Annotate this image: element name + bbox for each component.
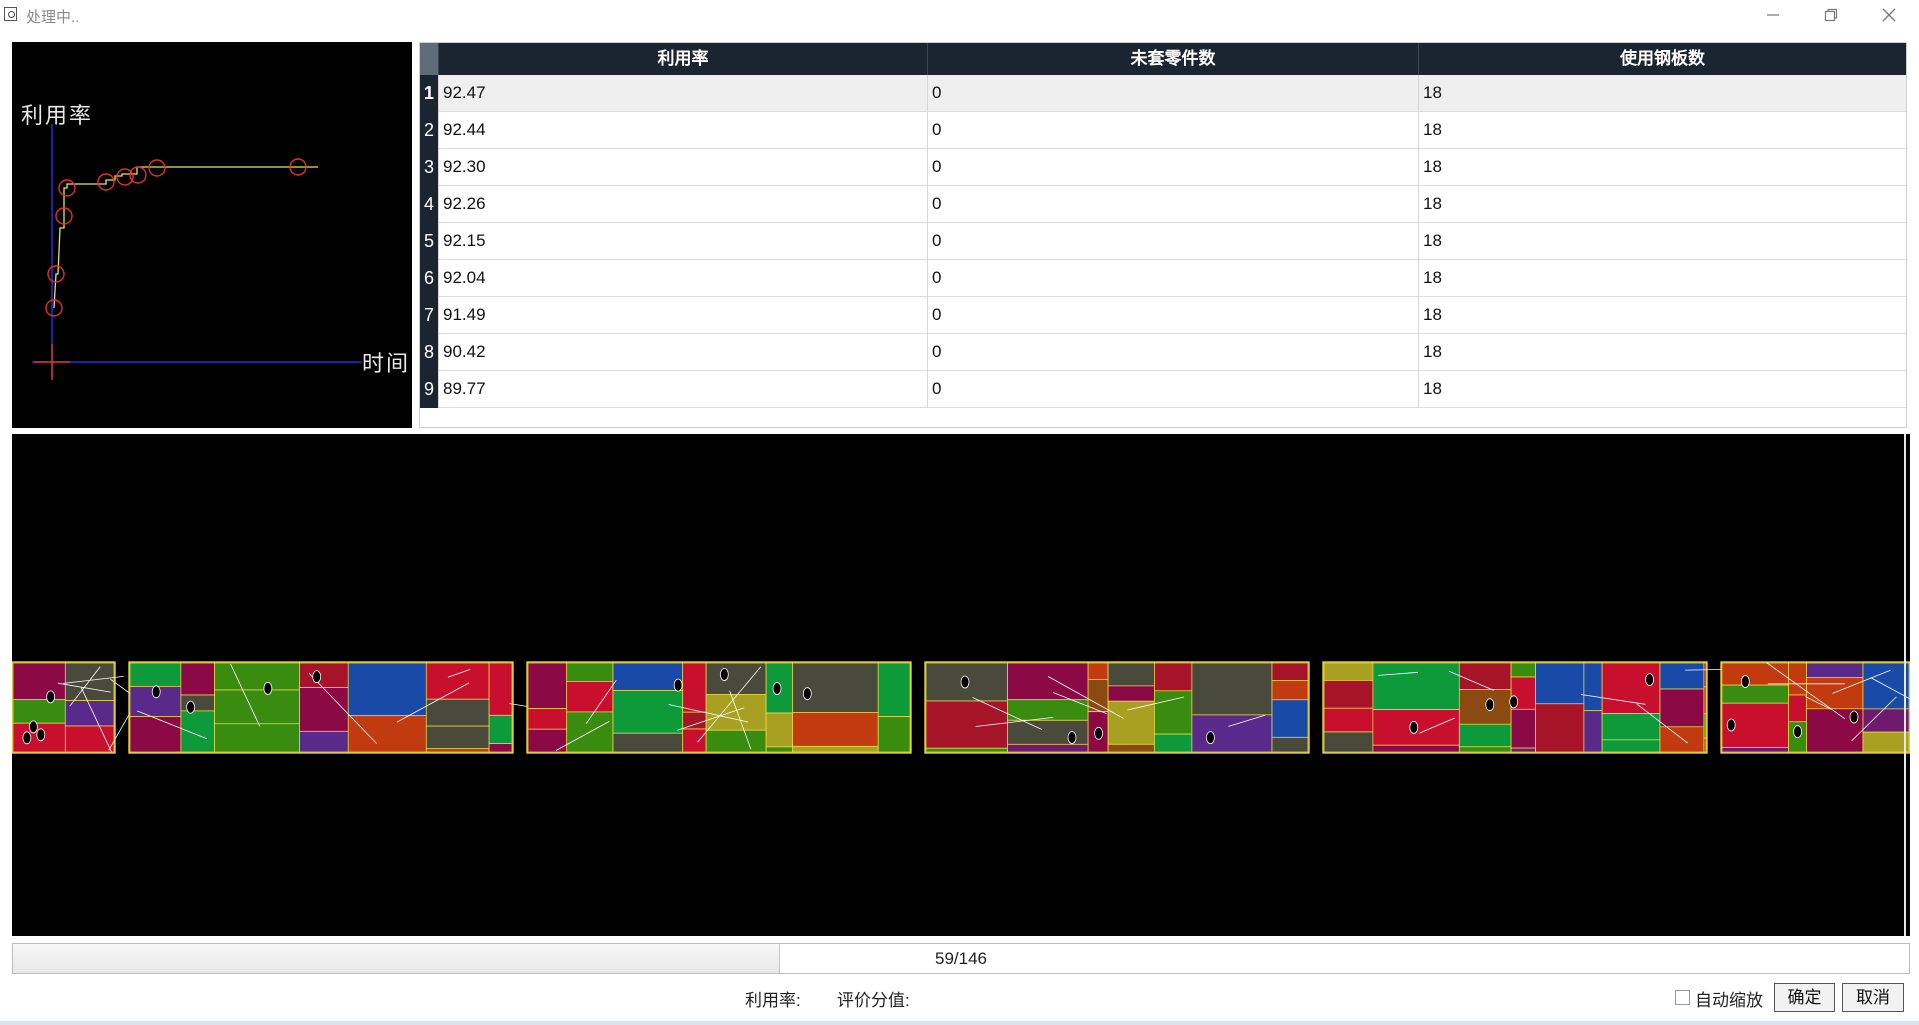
cell-unnested-parts[interactable]: 0 [927, 112, 1418, 148]
score-status: 评价分值: [837, 991, 910, 1010]
cell-utilization[interactable]: 92.04 [438, 260, 927, 296]
cell-unnested-parts[interactable]: 0 [927, 223, 1418, 259]
cell-plates-used[interactable]: 18 [1418, 75, 1906, 111]
app-icon [4, 7, 17, 21]
auto-zoom-label[interactable]: 自动缩放 [1695, 986, 1763, 1011]
restore-icon [1824, 8, 1838, 22]
cell-plates-used[interactable]: 18 [1418, 297, 1906, 333]
preview-scrollbar[interactable] [1904, 434, 1906, 936]
nested-plate [924, 661, 1310, 754]
minimize-button[interactable] [1744, 0, 1802, 30]
cell-unnested-parts[interactable]: 0 [927, 149, 1418, 185]
row-number[interactable]: 5 [420, 223, 438, 260]
cell-plates-used[interactable]: 18 [1418, 149, 1906, 185]
cell-plates-used[interactable]: 18 [1418, 186, 1906, 222]
cell-utilization[interactable]: 92.15 [438, 223, 927, 259]
title-bar: 处理中.. [0, 0, 1919, 30]
window-bottom-edge [0, 1021, 1919, 1025]
nested-plate [128, 661, 582, 754]
row-number[interactable]: 6 [420, 260, 438, 297]
column-header-unnested-parts[interactable]: 未套零件数 [927, 43, 1418, 75]
auto-zoom-checkbox[interactable] [1675, 990, 1690, 1005]
close-icon [1882, 8, 1896, 22]
restore-button[interactable] [1802, 0, 1860, 30]
ok-button[interactable]: 确定 [1774, 983, 1835, 1012]
column-header-plates-used[interactable]: 使用钢板数 [1418, 43, 1906, 75]
cell-utilization[interactable]: 92.26 [438, 186, 927, 222]
nested-plate [1322, 661, 1727, 754]
table-row[interactable]: 9 89.77 0 18 [420, 371, 1906, 408]
cell-unnested-parts[interactable]: 0 [927, 334, 1418, 370]
table-row[interactable]: 1 92.47 0 18 [420, 75, 1906, 112]
cell-unnested-parts[interactable]: 0 [927, 260, 1418, 296]
cell-plates-used[interactable]: 18 [1418, 371, 1906, 407]
graph-y-label: 利用率 [21, 104, 94, 129]
cell-plates-used[interactable]: 18 [1418, 223, 1906, 259]
cell-utilization[interactable]: 92.30 [438, 149, 927, 185]
row-number[interactable]: 9 [420, 371, 438, 408]
cell-plates-used[interactable]: 18 [1418, 112, 1906, 148]
row-number[interactable]: 3 [420, 149, 438, 186]
column-header-utilization[interactable]: 利用率 [438, 43, 927, 75]
row-number[interactable]: 1 [420, 75, 438, 112]
cell-utilization[interactable]: 91.49 [438, 297, 927, 333]
nested-plate [1720, 661, 1910, 754]
nested-plate [526, 661, 912, 754]
table-row[interactable]: 4 92.26 0 18 [420, 186, 1906, 223]
table-row[interactable]: 3 92.30 0 18 [420, 149, 1906, 186]
table-row[interactable]: 8 90.42 0 18 [420, 334, 1906, 371]
table-row[interactable]: 5 92.15 0 18 [420, 223, 1906, 260]
results-table: 利用率 未套零件数 使用钢板数 1 92.47 0 18 2 92.44 0 18 3 92.30… [419, 42, 1907, 428]
cell-unnested-parts[interactable]: 0 [927, 186, 1418, 222]
progress-text: 59/146 [935, 949, 987, 968]
table-corner[interactable] [420, 43, 438, 75]
minimize-icon [1767, 14, 1779, 16]
utilization-status: 利用率: [745, 991, 801, 1010]
cell-unnested-parts[interactable]: 0 [927, 75, 1418, 111]
graph-curve [53, 166, 318, 309]
table-row[interactable]: 6 92.04 0 18 [420, 260, 1906, 297]
window-title: 处理中.. [26, 9, 80, 26]
graph-x-label: 时间 [362, 352, 411, 377]
cell-plates-used[interactable]: 18 [1418, 260, 1906, 296]
table-row[interactable]: 7 91.49 0 18 [420, 297, 1906, 334]
row-number[interactable]: 2 [420, 112, 438, 149]
row-number[interactable]: 8 [420, 334, 438, 371]
cell-unnested-parts[interactable]: 0 [927, 297, 1418, 333]
table-header: 利用率 未套零件数 使用钢板数 [420, 43, 1906, 75]
cell-plates-used[interactable]: 18 [1418, 334, 1906, 370]
cell-utilization[interactable]: 92.47 [438, 75, 927, 111]
cancel-button[interactable]: 取消 [1842, 983, 1904, 1012]
utilization-graph: 利用率 时间 [12, 42, 412, 428]
graph-marker [148, 159, 166, 177]
row-number[interactable]: 4 [420, 186, 438, 223]
nesting-preview[interactable] [12, 434, 1910, 936]
progress-bar: 59/146 [12, 943, 1910, 974]
preview-canvas [12, 661, 1910, 754]
cell-utilization[interactable]: 90.42 [438, 334, 927, 370]
table-row[interactable]: 2 92.44 0 18 [420, 112, 1906, 149]
cell-utilization[interactable]: 92.44 [438, 112, 927, 148]
row-number[interactable]: 7 [420, 297, 438, 334]
close-button[interactable] [1860, 0, 1918, 30]
cell-unnested-parts[interactable]: 0 [927, 371, 1418, 407]
cell-utilization[interactable]: 89.77 [438, 371, 927, 407]
